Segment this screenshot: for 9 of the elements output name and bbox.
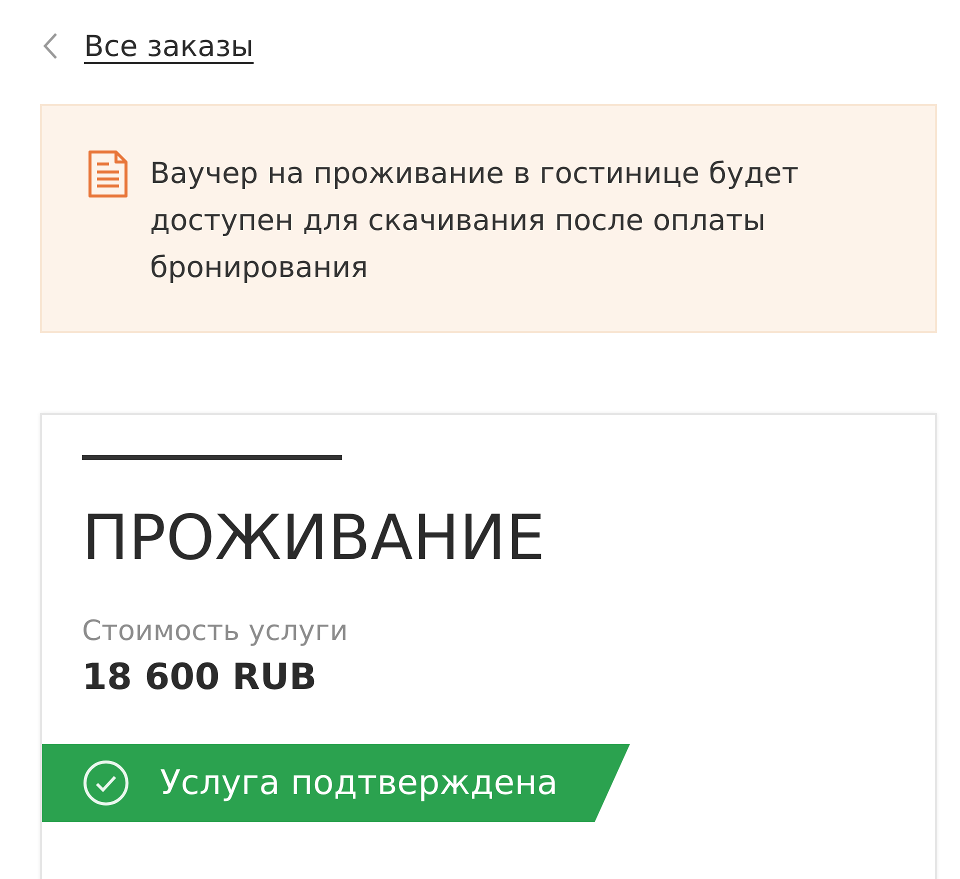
document-icon xyxy=(88,150,128,198)
back-chevron-icon[interactable] xyxy=(42,32,58,60)
price-label: Стоимость услуги xyxy=(82,614,349,647)
status-text: Услуга подтверждена xyxy=(160,763,558,803)
notice-text: Ваучер на проживание в гостинице будет доступен для скачивания после оплаты бронирования xyxy=(150,155,800,286)
check-circle-icon xyxy=(82,759,130,807)
service-title: ПРОЖИВАНИЕ xyxy=(82,500,546,576)
all-orders-link[interactable]: Все заказы xyxy=(84,29,254,63)
price-value: 18 600 RUB xyxy=(82,657,318,698)
